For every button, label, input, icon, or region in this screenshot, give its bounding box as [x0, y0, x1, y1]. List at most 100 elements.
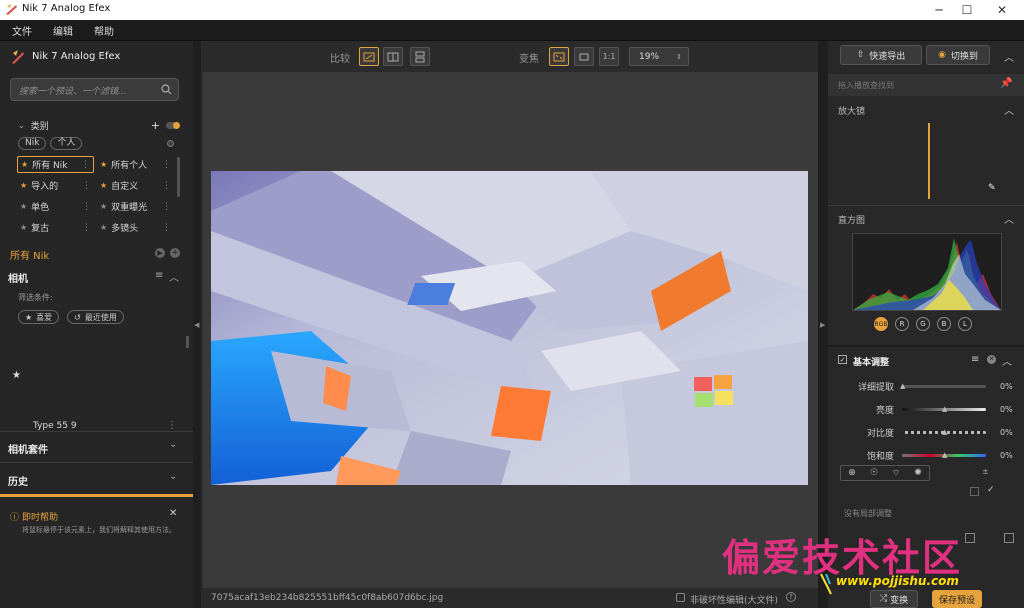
quick-export-button[interactable]: ⇧ 快速导出: [840, 45, 922, 65]
slider-thumb[interactable]: ▲: [942, 451, 947, 459]
slider-track[interactable]: ▲: [902, 428, 986, 436]
menu-edit[interactable]: 编辑: [53, 23, 73, 38]
preview-image[interactable]: [211, 171, 808, 485]
nondestructive-checkbox[interactable]: [676, 593, 685, 602]
control-point-icon[interactable]: ⊕: [841, 468, 863, 478]
more-icon[interactable]: ⋮: [81, 160, 90, 170]
more-icon[interactable]: ⋮: [82, 181, 91, 191]
one-to-one-button[interactable]: 1:1: [599, 47, 619, 66]
categories-header[interactable]: ⌄ 类别 +: [18, 119, 180, 132]
more-icon[interactable]: ⋮: [82, 202, 91, 212]
watermark-logo: [820, 572, 832, 596]
favorite-star-icon[interactable]: ★: [12, 370, 21, 381]
chevron-up-icon[interactable]: ︿: [1002, 353, 1012, 368]
more-icon[interactable]: ⋮: [82, 223, 91, 233]
channel-g[interactable]: G: [916, 317, 930, 331]
chevron-down-icon[interactable]: ⌄: [169, 471, 177, 482]
layer-icon[interactable]: [1004, 533, 1014, 543]
app-logo-icon: [5, 3, 18, 16]
channel-rgb[interactable]: RGB: [874, 317, 888, 331]
brush-icon[interactable]: ☉: [863, 468, 885, 478]
add-group-icon[interactable]: +: [170, 248, 180, 258]
preset-item-type55[interactable]: Type 55 9: [33, 421, 77, 431]
menu-lines-icon[interactable]: ≡: [971, 354, 979, 365]
scrollbar[interactable]: [186, 336, 189, 348]
preset-mono[interactable]: ★ 单色 ⋮: [17, 198, 94, 215]
mask-checkbox[interactable]: [970, 487, 979, 496]
chevron-up-icon[interactable]: ︿: [1004, 102, 1014, 117]
slider-track[interactable]: ▲: [902, 451, 986, 459]
play-icon[interactable]: ▶: [155, 248, 165, 258]
categories-toggle[interactable]: [166, 121, 180, 129]
loupe-pin-icon[interactable]: ✎: [988, 183, 996, 193]
preset-double-exposure[interactable]: ★ 双重曝光 ⋮: [97, 198, 174, 215]
save-preset-button[interactable]: 保存预设: [932, 590, 982, 608]
channel-l[interactable]: L: [958, 317, 972, 331]
star-icon: ★: [20, 223, 28, 232]
close-help-icon[interactable]: ✕: [169, 508, 177, 519]
split-view-button[interactable]: [383, 47, 403, 66]
more-icon[interactable]: ⋮: [162, 223, 171, 233]
slider-brightness[interactable]: 亮度 ▲ 0%: [828, 403, 1024, 416]
left-splitter[interactable]: ◀: [193, 41, 201, 608]
pin-icon[interactable]: 📌: [1000, 78, 1012, 89]
chevron-up-icon[interactable]: ︿: [1004, 211, 1014, 226]
recent-button[interactable]: ↺ 最近使用: [67, 310, 124, 324]
menu-lines-icon[interactable]: ≡: [155, 270, 163, 281]
side-by-side-button[interactable]: [410, 47, 430, 66]
star-icon: ★: [21, 160, 29, 169]
chevron-down-icon[interactable]: ⌄: [169, 439, 177, 450]
chip-nik[interactable]: Nik: [18, 137, 47, 150]
slider-thumb[interactable]: ▲: [942, 405, 947, 413]
slider-thumb[interactable]: ▲: [900, 382, 905, 390]
chip-personal[interactable]: 个人: [50, 137, 83, 150]
slider-detail[interactable]: 详细提取 ▲ 0%: [828, 380, 1024, 393]
more-icon[interactable]: ⋮: [162, 202, 171, 212]
fill-zoom-button[interactable]: [574, 47, 594, 66]
fit-zoom-button[interactable]: [549, 47, 569, 66]
switch-to-button[interactable]: ◉ 切换到: [926, 45, 990, 65]
shuffle-button[interactable]: ⤮ 变换: [870, 590, 918, 608]
preset-scrollbar[interactable]: [177, 157, 180, 197]
more-icon[interactable]: ⋮: [162, 181, 171, 191]
clear-icon[interactable]: [167, 140, 174, 147]
reset-icon[interactable]: ✕: [987, 355, 996, 364]
channel-r[interactable]: R: [895, 317, 909, 331]
menu-file[interactable]: 文件: [12, 23, 32, 38]
check-icon[interactable]: ✓: [987, 485, 995, 495]
preset-multi-lens[interactable]: ★ 多镜头 ⋮: [97, 219, 174, 236]
auto-mask-icon[interactable]: ✺: [907, 468, 929, 478]
history-title[interactable]: 历史: [8, 473, 28, 488]
plus-minus-icon[interactable]: ±: [982, 467, 989, 476]
slider-contrast[interactable]: 对比度 ▲ 0%: [828, 426, 1024, 439]
slider-saturation[interactable]: 饱和度 ▲ 0%: [828, 449, 1024, 462]
preset-imported[interactable]: ★ 导入的 ⋮: [17, 177, 94, 194]
more-icon[interactable]: ⋮: [167, 420, 177, 431]
preset-custom[interactable]: ★ 自定义 ⋮: [97, 177, 174, 194]
preset-vintage[interactable]: ★ 复古 ⋮: [17, 219, 94, 236]
menu-help[interactable]: 帮助: [94, 23, 114, 38]
camera-section-title[interactable]: 相机: [8, 270, 28, 285]
slider-track[interactable]: ▲: [902, 405, 986, 413]
zoom-select[interactable]: 19% ⇕: [629, 47, 689, 66]
search-input[interactable]: 搜索一个预设、一个滤镜...: [10, 78, 179, 101]
channel-b[interactable]: B: [937, 317, 951, 331]
add-icon[interactable]: +: [151, 119, 160, 132]
help-icon[interactable]: ?: [786, 592, 796, 602]
preset-all-personal[interactable]: ★ 所有个人 ⋮: [97, 156, 174, 173]
collapse-icon[interactable]: ︿: [1004, 49, 1014, 64]
more-icon[interactable]: ⋮: [162, 160, 171, 170]
favorites-button[interactable]: ★ 喜爱: [18, 310, 60, 324]
close-icon[interactable]: ✕: [985, 0, 1019, 20]
slider-track[interactable]: ▲: [900, 382, 986, 390]
slider-thumb[interactable]: ▲: [942, 428, 947, 436]
camera-kits-title[interactable]: 相机套件: [8, 441, 48, 456]
right-splitter[interactable]: ▶: [818, 41, 828, 608]
lasso-icon[interactable]: ⌔: [885, 468, 907, 479]
layer-icon[interactable]: [965, 533, 975, 543]
preset-all-nik[interactable]: ★ 所有 Nik ⋮: [17, 156, 94, 173]
basic-enable-checkbox[interactable]: ✓: [838, 355, 847, 364]
maximize-icon[interactable]: ☐: [950, 0, 984, 20]
chevron-up-icon[interactable]: ︿: [169, 269, 179, 284]
single-view-button[interactable]: [359, 47, 379, 66]
